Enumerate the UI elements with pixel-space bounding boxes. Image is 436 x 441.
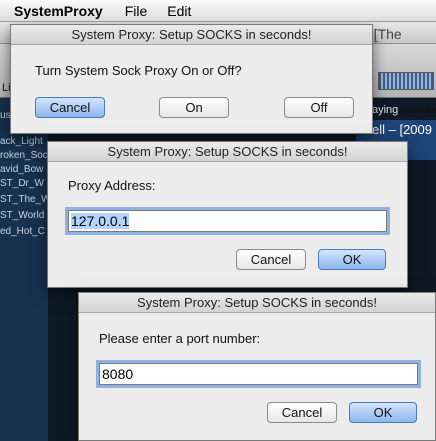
playlist-sidebar: usic ack_Light roken_Soc avid_Bow ST_Dr_… (0, 98, 48, 441)
ok-button[interactable]: OK (318, 249, 386, 270)
cancel-button[interactable]: Cancel (267, 402, 337, 423)
on-button[interactable]: On (159, 97, 229, 118)
list-item[interactable]: ST_The_W (0, 194, 48, 205)
menu-bar: SystemProxy File Edit (0, 0, 436, 22)
now-playing-title: ell – [2009 (372, 122, 432, 137)
proxy-address-dialog: System Proxy: Setup SOCKS in seconds! Pr… (47, 141, 408, 288)
list-item[interactable]: ack_Light (0, 136, 43, 147)
list-item[interactable]: avid_Bow (0, 164, 43, 175)
level-meter (378, 72, 434, 90)
dialog-title: System Proxy: Setup SOCKS in seconds! (11, 25, 372, 45)
dialog-title: System Proxy: Setup SOCKS in seconds! (79, 293, 435, 313)
dialog-prompt: Please enter a port number: (99, 331, 261, 346)
list-item[interactable]: ST_World (0, 210, 44, 221)
cancel-button[interactable]: Cancel (35, 97, 105, 118)
menu-file[interactable]: File (125, 3, 148, 19)
port-number-value: 8080 (102, 366, 134, 382)
dialog-prompt: Turn System Sock Proxy On or Off? (35, 63, 242, 78)
proxy-address-input[interactable]: 127.0.0.1 (68, 210, 387, 232)
port-number-dialog: System Proxy: Setup SOCKS in seconds! Pl… (78, 292, 436, 441)
ok-button[interactable]: OK (349, 402, 417, 423)
header-playing: aying (372, 104, 399, 116)
list-item[interactable]: roken_Soc (0, 150, 48, 161)
list-item[interactable]: ed_Hot_C (0, 226, 45, 237)
list-item[interactable]: ST_Dr_W (0, 178, 44, 189)
proxy-toggle-dialog: System Proxy: Setup SOCKS in seconds! Tu… (10, 24, 373, 134)
proxy-address-value: 127.0.0.1 (71, 213, 130, 229)
off-button[interactable]: Off (284, 97, 354, 118)
dialog-title: System Proxy: Setup SOCKS in seconds! (48, 142, 407, 162)
cancel-button[interactable]: Cancel (236, 249, 306, 270)
dialog-prompt: Proxy Address: (68, 178, 156, 193)
menu-app-name[interactable]: SystemProxy (14, 3, 103, 19)
port-number-input[interactable]: 8080 (99, 363, 418, 385)
menu-edit[interactable]: Edit (167, 3, 191, 19)
